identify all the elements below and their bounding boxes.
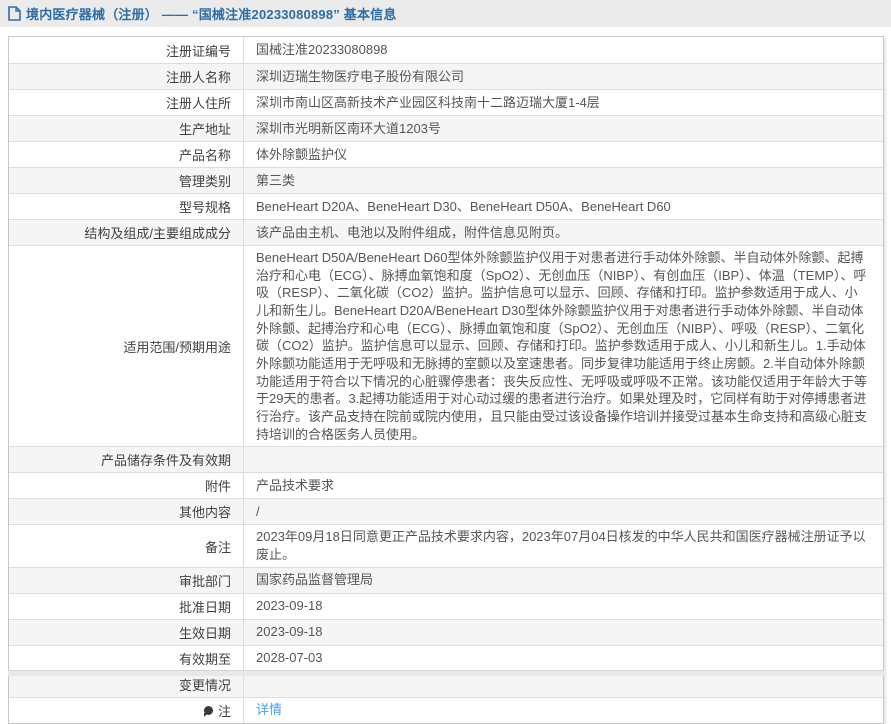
table-row: 注册证编号 国械注准20233080898 bbox=[9, 37, 883, 63]
row-label: 管理类别 bbox=[9, 168, 244, 193]
row-value: 深圳迈瑞生物医疗电子股份有限公司 bbox=[256, 68, 465, 84]
row-label-text: 产品储存条件及有效期 bbox=[100, 453, 231, 469]
row-label-text: 适用范围/预期用途 bbox=[123, 339, 231, 355]
row-value: 国家药品监督管理局 bbox=[256, 572, 374, 588]
row-label-text: 其他内容 bbox=[178, 505, 231, 521]
table-row: 结构及组成/主要组成成分 该产品由主机、电池以及附件组成，附件信息见附页。 bbox=[9, 219, 883, 245]
row-value: BeneHeart D20A、BeneHeart D30、BeneHeart D… bbox=[256, 198, 671, 214]
row-label: 型号规格 bbox=[9, 194, 244, 219]
row-label-text: 型号规格 bbox=[178, 200, 231, 215]
table-row: 其他内容 / bbox=[9, 498, 883, 525]
row-label: 注 bbox=[9, 697, 244, 723]
row-label: 注册人住所 bbox=[9, 90, 244, 115]
row-value: 深圳市光明新区南环大道1203号 bbox=[256, 120, 441, 136]
row-label-text: 备注 bbox=[204, 539, 231, 555]
table-row: 型号规格 BeneHeart D20A、BeneHeart D30、BeneHea… bbox=[9, 193, 883, 219]
row-label: 生效日期 bbox=[9, 619, 244, 645]
page-title: 境内医疗器械（注册） —— “国械注准20233080898” 基本信息 bbox=[26, 7, 397, 22]
row-label: 生产地址 bbox=[9, 116, 244, 141]
row-label-text: 注 bbox=[217, 703, 231, 719]
next-section-strip bbox=[8, 670, 884, 676]
table-row: 有效期至 2028-07-03 bbox=[9, 644, 883, 671]
table-row: 注册人名称 深圳迈瑞生物医疗电子股份有限公司 bbox=[9, 63, 883, 89]
row-label-text: 生产地址 bbox=[178, 122, 231, 137]
row-value: 体外除颤监护仪 bbox=[256, 146, 348, 162]
row-value: 详情 bbox=[244, 698, 883, 723]
row-label-text: 附件 bbox=[204, 479, 231, 495]
table-row: 附件 产品技术要求 bbox=[9, 472, 883, 499]
row-label: 注册人名称 bbox=[9, 64, 244, 89]
row-label: 备注 bbox=[9, 525, 244, 567]
row-label: 产品储存条件及有效期 bbox=[9, 447, 244, 473]
row-label: 批准日期 bbox=[9, 593, 244, 619]
table-row: 批准日期 2023-09-18 bbox=[9, 592, 883, 619]
row-label-text: 产品名称 bbox=[178, 148, 231, 163]
row-value: 2023-09-18 bbox=[256, 598, 323, 614]
table-row: 产品名称 体外除颤监护仪 bbox=[9, 141, 883, 167]
row-label-text: 注册人名称 bbox=[165, 70, 231, 85]
row-label-text: 结构及组成/主要组成成分 bbox=[84, 226, 231, 241]
table-row: 注 详情 bbox=[9, 696, 883, 723]
row-label: 注册证编号 bbox=[9, 37, 244, 63]
detail-link[interactable]: 详情 bbox=[256, 701, 282, 719]
table-row: 适用范围/预期用途 BeneHeart D50A/BeneHeart D60型体外… bbox=[9, 245, 883, 447]
row-label: 附件 bbox=[9, 473, 244, 499]
row-label-text: 生效日期 bbox=[178, 625, 231, 641]
table-row: 审批部门 国家药品监督管理局 bbox=[9, 566, 883, 593]
info-table: 注册证编号 国械注准20233080898 注册人名称 深圳迈瑞生物医疗电子股份有限公… bbox=[8, 36, 884, 724]
row-value: / bbox=[256, 504, 260, 520]
note-pin-icon bbox=[203, 705, 213, 717]
row-label: 适用范围/预期用途 bbox=[9, 246, 244, 447]
row-value: 该产品由主机、电池以及附件组成，附件信息见附页。 bbox=[256, 224, 569, 240]
row-label: 产品名称 bbox=[9, 142, 244, 167]
row-label-text: 注册人住所 bbox=[165, 96, 231, 111]
row-label-text: 管理类别 bbox=[178, 174, 231, 189]
row-value: 第三类 bbox=[256, 172, 296, 188]
row-value: 2023-09-18 bbox=[256, 624, 323, 640]
table-row: 产品储存条件及有效期 bbox=[9, 446, 883, 473]
table-row: 注册人住所 深圳市南山区高新技术产业园区科技南十二路迈瑞大厦1-4层 bbox=[9, 89, 883, 115]
row-label: 有效期至 bbox=[9, 645, 244, 671]
row-label-text: 变更情况 bbox=[178, 677, 231, 693]
row-label-text: 审批部门 bbox=[178, 573, 231, 589]
section-header-bar: 境内医疗器械（注册） —— “国械注准20233080898” 基本信息 bbox=[0, 0, 891, 27]
row-label-text: 注册证编号 bbox=[165, 43, 231, 59]
row-value: BeneHeart D50A/BeneHeart D60型体外除颤监护仪用于对患… bbox=[256, 250, 868, 442]
row-label: 其他内容 bbox=[9, 499, 244, 525]
row-label: 审批部门 bbox=[9, 567, 244, 593]
table-row: 生效日期 2023-09-18 bbox=[9, 618, 883, 645]
row-label-text: 有效期至 bbox=[178, 651, 231, 667]
row-value bbox=[244, 447, 883, 472]
row-value: 深圳市南山区高新技术产业园区科技南十二路迈瑞大厦1-4层 bbox=[256, 94, 600, 110]
table-row: 生产地址 深圳市光明新区南环大道1203号 bbox=[9, 115, 883, 141]
row-value: 国械注准20233080898 bbox=[256, 42, 388, 58]
table-row: 管理类别 第三类 bbox=[9, 167, 883, 193]
row-value: 产品技术要求 bbox=[256, 478, 335, 494]
row-value: 2028-07-03 bbox=[256, 650, 323, 666]
table-row: 备注 2023年09月18日同意更正产品技术要求内容，2023年07月04日核发的… bbox=[9, 524, 883, 567]
row-label-text: 批准日期 bbox=[178, 599, 231, 615]
document-icon bbox=[8, 6, 21, 21]
row-label: 结构及组成/主要组成成分 bbox=[9, 220, 244, 245]
row-value: 2023年09月18日同意更正产品技术要求内容，2023年07月04日核发的中华… bbox=[256, 529, 866, 563]
